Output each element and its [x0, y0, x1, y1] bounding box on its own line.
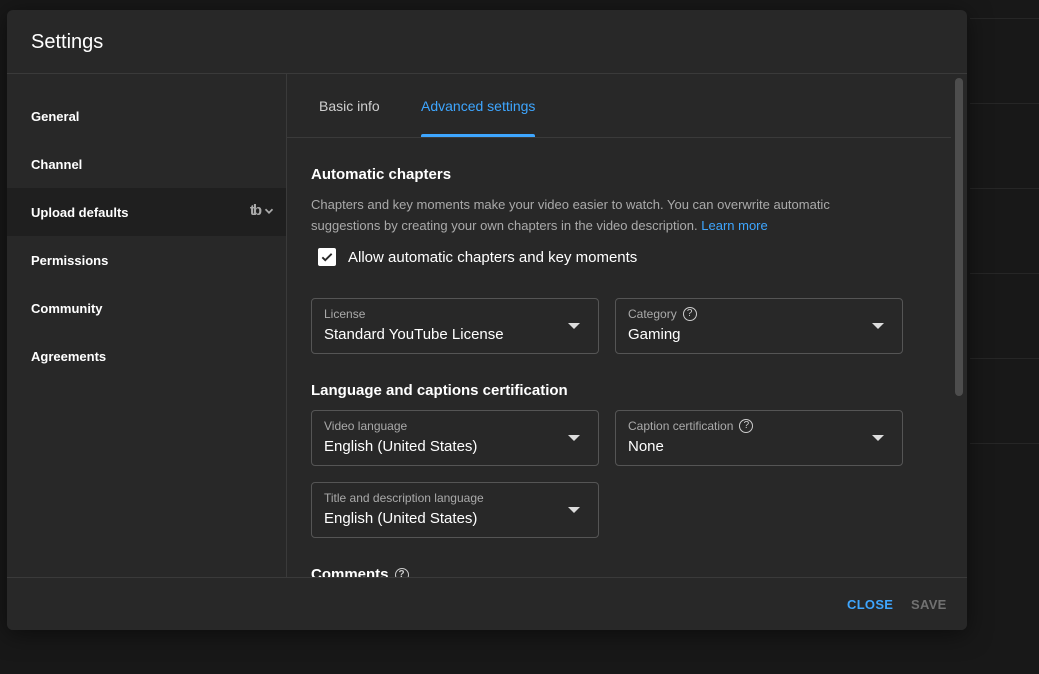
license-value: Standard YouTube License	[324, 326, 504, 343]
title-description-language-dropdown[interactable]: Title and description language English (…	[311, 482, 599, 538]
bg-divider	[970, 358, 1039, 359]
sidebar-item-label: Channel	[31, 156, 83, 172]
title-description-language-label: Title and description language	[324, 491, 484, 505]
checkmark-icon	[321, 253, 333, 262]
bg-divider	[970, 273, 1039, 274]
help-circle-icon[interactable]: ?	[739, 419, 754, 433]
save-button[interactable]: SAVE	[911, 597, 947, 612]
learn-more-link[interactable]: Learn more	[701, 218, 767, 233]
sidebar-item-general[interactable]: General	[7, 92, 286, 140]
extension-indicator[interactable]: tb	[250, 202, 276, 219]
sidebar-item-label: Agreements	[31, 348, 107, 364]
sidebar-item-agreements[interactable]: Agreements	[7, 332, 286, 380]
tab-label: Basic info	[319, 97, 380, 114]
automatic-chapters-description: Chapters and key moments make your video…	[311, 194, 851, 236]
settings-main-panel: Basic info Advanced settings Automatic c…	[287, 74, 967, 578]
chevron-down-icon	[264, 208, 274, 214]
caret-down-icon	[568, 507, 580, 513]
bg-divider	[970, 18, 1039, 19]
sidebar-item-label: Upload defaults	[31, 204, 129, 220]
field-label-text: Title and description language	[324, 491, 484, 505]
field-label-text: License	[324, 307, 366, 321]
settings-sidebar: General Channel Upload defaults tb Permi…	[7, 74, 287, 578]
tab-bar: Basic info Advanced settings	[287, 74, 951, 138]
help-circle-icon[interactable]: ?	[682, 307, 697, 321]
category-value: Gaming	[628, 326, 681, 343]
tab-basic-info[interactable]: Basic info	[319, 74, 380, 137]
sidebar-item-community[interactable]: Community	[7, 284, 286, 332]
category-dropdown[interactable]: Category ? Gaming	[615, 298, 903, 354]
settings-dialog: Settings General Channel Upload defaults…	[7, 10, 967, 630]
field-label-text: Caption certification	[628, 419, 734, 433]
field-label-text: Video language	[324, 419, 408, 433]
video-language-dropdown[interactable]: Video language English (United States)	[311, 410, 599, 466]
language-section-heading: Language and captions certification	[311, 382, 568, 399]
bg-divider	[970, 103, 1039, 104]
automatic-chapters-checkbox-row[interactable]: Allow automatic chapters and key moments	[318, 248, 637, 266]
sidebar-item-upload-defaults[interactable]: Upload defaults tb	[7, 188, 286, 236]
automatic-chapters-checkbox[interactable]	[318, 248, 336, 266]
caret-down-icon	[568, 435, 580, 441]
caret-down-icon	[872, 323, 884, 329]
dialog-title: Settings	[31, 31, 104, 53]
bg-divider	[970, 443, 1039, 444]
dialog-footer: CLOSE SAVE	[7, 577, 967, 630]
close-button[interactable]: CLOSE	[847, 597, 893, 612]
caret-down-icon	[568, 323, 580, 329]
sidebar-item-label: Community	[31, 300, 103, 316]
automatic-chapters-heading: Automatic chapters	[311, 166, 452, 183]
tubebuddy-logo-icon: tb	[249, 202, 262, 219]
checkbox-label: Allow automatic chapters and key moments	[348, 248, 638, 266]
active-tab-indicator	[421, 134, 536, 137]
caption-certification-label: Caption certification ?	[628, 419, 754, 433]
license-label: License	[324, 307, 365, 321]
sidebar-item-label: Permissions	[31, 252, 109, 268]
video-language-value: English (United States)	[324, 438, 478, 455]
tab-label: Advanced settings	[421, 97, 536, 114]
title-description-language-value: English (United States)	[324, 510, 478, 527]
sidebar-item-label: General	[31, 108, 80, 124]
field-label-text: Category	[628, 307, 677, 321]
caret-down-icon	[872, 435, 884, 441]
sidebar-item-channel[interactable]: Channel	[7, 140, 286, 188]
caption-certification-value: None	[628, 438, 664, 455]
bg-divider	[970, 188, 1039, 189]
scrollbar-thumb[interactable]	[955, 78, 963, 396]
dialog-header: Settings	[7, 10, 967, 74]
sidebar-item-permissions[interactable]: Permissions	[7, 236, 286, 284]
tab-advanced-settings[interactable]: Advanced settings	[421, 74, 536, 137]
category-label: Category ?	[628, 307, 697, 321]
license-dropdown[interactable]: License Standard YouTube License	[311, 298, 599, 354]
caption-certification-dropdown[interactable]: Caption certification ? None	[615, 410, 903, 466]
video-language-label: Video language	[324, 419, 407, 433]
